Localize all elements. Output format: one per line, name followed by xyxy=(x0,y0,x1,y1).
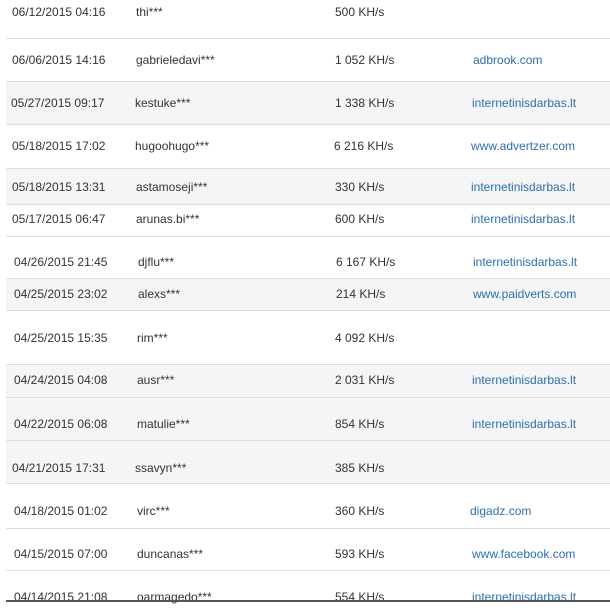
row-username: alexs*** xyxy=(138,287,181,301)
row-username: ausr*** xyxy=(137,373,175,387)
row-site-link[interactable]: www.facebook.com xyxy=(472,547,575,561)
row-site-link[interactable]: internetinisdarbas.lt xyxy=(471,212,575,226)
row-speed: 6 167 KH/s xyxy=(336,255,396,269)
row-date: 05/18/2015 17:02 xyxy=(12,139,106,153)
table-row: 05/27/2015 09:17 kestuke*** 1 338 KH/s inte… xyxy=(6,81,610,124)
row-speed: 500 KH/s xyxy=(335,5,385,19)
row-username: djflu*** xyxy=(138,255,175,269)
row-username: ssavyn*** xyxy=(135,461,187,475)
row-speed: 600 KH/s xyxy=(335,212,385,226)
table-row: 04/26/2015 21:45 djflu*** 6 167 KH/s intern… xyxy=(6,236,610,278)
row-divider xyxy=(6,38,610,39)
row-date: 05/27/2015 09:17 xyxy=(11,96,105,110)
row-speed: 385 KH/s xyxy=(335,461,385,475)
row-date: 04/25/2015 15:35 xyxy=(14,331,108,345)
table-row: 04/25/2015 15:35 rim*** 4 092 KH/s xyxy=(6,310,610,364)
table-row: 04/25/2015 23:02 alexs*** 214 KH/s www.paid… xyxy=(6,278,610,310)
row-date: 04/26/2015 21:45 xyxy=(14,255,108,269)
row-username: kestuke*** xyxy=(135,96,191,110)
row-date: 04/25/2015 23:02 xyxy=(14,287,108,301)
row-divider xyxy=(6,236,610,237)
row-username: gabrieledavi*** xyxy=(136,53,215,67)
row-divider xyxy=(6,168,610,169)
row-speed: 854 KH/s xyxy=(335,417,385,431)
table-row: 05/17/2015 06:47 arunas.bi*** 600 KH/s inte… xyxy=(6,204,610,236)
table-row: 05/18/2015 13:31 astamoseji*** 330 KH/s int… xyxy=(6,168,610,204)
row-site-link[interactable]: internetinisdarbas.lt xyxy=(473,255,577,269)
row-divider xyxy=(6,483,610,484)
table-row: 06/12/2015 04:16 thi*** 500 KH/s xyxy=(6,0,610,38)
table-row: 04/21/2015 17:31 ssavyn*** 385 KH/s xyxy=(6,440,610,483)
row-date: 04/15/2015 07:00 xyxy=(14,547,108,561)
table-row: 04/22/2015 06:08 matulie*** 854 KH/s intern… xyxy=(6,397,610,440)
row-divider xyxy=(6,397,610,398)
row-divider xyxy=(6,81,610,82)
row-speed: 6 216 KH/s xyxy=(334,139,394,153)
row-speed: 1 338 KH/s xyxy=(335,96,395,110)
row-divider xyxy=(6,278,610,279)
row-username: virc*** xyxy=(137,504,170,518)
row-speed: 4 092 KH/s xyxy=(335,331,395,345)
row-username: arunas.bi*** xyxy=(136,212,200,226)
row-divider xyxy=(6,364,610,365)
table-row: 04/24/2015 04:08 ausr*** 2 031 KH/s interne… xyxy=(6,364,610,397)
row-username: thi*** xyxy=(136,5,163,19)
row-divider xyxy=(6,204,610,205)
row-divider xyxy=(6,124,610,125)
row-divider xyxy=(6,440,610,441)
row-site-link[interactable]: internetinisdarbas.lt xyxy=(472,96,576,110)
row-username: duncanas*** xyxy=(137,547,204,561)
row-divider xyxy=(6,310,610,311)
row-username: astamoseji*** xyxy=(136,180,208,194)
row-date: 05/18/2015 13:31 xyxy=(12,180,106,194)
table-row: 04/15/2015 07:00 duncanas*** 593 KH/s www.f… xyxy=(6,528,610,570)
row-date: 04/24/2015 04:08 xyxy=(14,373,108,387)
row-site-link[interactable]: www.paidverts.com xyxy=(473,287,576,301)
table-row: 04/14/2015 21:08 oarmagedo*** 554 KH/s inte… xyxy=(6,570,610,610)
row-date: 05/17/2015 06:47 xyxy=(12,212,106,226)
row-speed: 2 031 KH/s xyxy=(335,373,395,387)
row-speed: 360 KH/s xyxy=(335,504,385,518)
row-speed: 1 052 KH/s xyxy=(335,53,395,67)
row-date: 06/06/2015 14:16 xyxy=(12,53,106,67)
row-speed: 330 KH/s xyxy=(335,180,385,194)
row-date: 04/18/2015 01:02 xyxy=(14,504,108,518)
row-site-link[interactable]: digadz.com xyxy=(470,504,531,518)
row-divider xyxy=(6,528,610,529)
table-row: 06/06/2015 14:16 gabrieledavi*** 1 052 KH/… xyxy=(6,38,610,81)
row-divider xyxy=(6,570,610,571)
table-row: 05/18/2015 17:02 hugoohugo*** 6 216 KH/s ww… xyxy=(6,124,610,168)
row-speed: 214 KH/s xyxy=(336,287,386,301)
row-site-link[interactable]: internetinisdarbas.lt xyxy=(472,417,576,431)
row-date: 06/12/2015 04:16 xyxy=(12,5,106,19)
row-site-link[interactable]: www.advertzer.com xyxy=(471,139,575,153)
row-username: matulie*** xyxy=(137,417,190,431)
table-row: 04/18/2015 01:02 virc*** 360 KH/s digadz.co… xyxy=(6,483,610,528)
row-site-link[interactable]: internetinisdarbas.lt xyxy=(472,373,576,387)
row-date: 04/21/2015 17:31 xyxy=(12,461,106,475)
row-speed: 593 KH/s xyxy=(335,547,385,561)
row-username: rim*** xyxy=(137,331,168,345)
row-username: hugoohugo*** xyxy=(135,139,210,153)
row-date: 04/22/2015 06:08 xyxy=(14,417,108,431)
row-site-link[interactable]: internetinisdarbas.lt xyxy=(471,180,575,194)
row-site-link[interactable]: adbrook.com xyxy=(473,53,542,67)
